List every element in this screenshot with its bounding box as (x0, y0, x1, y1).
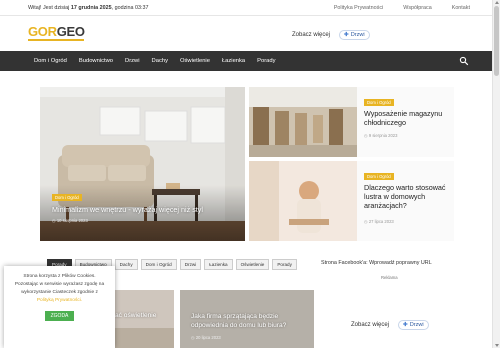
tag-lazienka[interactable]: Łazienka (204, 259, 233, 270)
warehouse-image (249, 87, 357, 157)
logo-part-a: GOR (28, 24, 57, 39)
side-top-title[interactable]: Wyposażenie magazynu chłodniczego (364, 109, 452, 127)
cookie-line-3: wykorzystanie Ciasteczek zgodnie z (21, 290, 98, 295)
cooperation-link[interactable]: Współpraca (403, 5, 431, 11)
bottom-article-card[interactable]: Jaka firma sprzątająca będzie odpowiedni… (180, 290, 314, 348)
site-logo[interactable]: GORGEO (28, 24, 85, 39)
nav-item-oswietlenie[interactable]: Oświetlenie (174, 51, 216, 71)
page-scrollbar[interactable] (492, 0, 500, 348)
side-article-bottom[interactable]: Dom i Ogród Dlaczego warto stosować lust… (249, 161, 454, 241)
bottom-card-date-text: 20 lipca 2023 (195, 335, 221, 340)
google-news-follow-button[interactable]: ✚ Drzwi (339, 30, 370, 40)
hero-category-badge[interactable]: Dom i Ogród (52, 194, 82, 201)
hero-date-text: 10 sierpnia 2023 (56, 218, 88, 223)
see-more-text: Zobacz więcej (292, 32, 331, 38)
bottom-left-title[interactable]: ać oświetlenie (115, 312, 156, 319)
side-article-top[interactable]: Dom i Ogród Wyposażenie magazynu chłodni… (249, 87, 454, 157)
hero-date: ◷ 10 sierpnia 2023 (52, 218, 88, 223)
tag-dachy[interactable]: Dachy (114, 259, 138, 270)
facebook-widget-label: Strona Facebook'a: Wprowadź poprawny URL (321, 260, 432, 266)
top-links: Polityka Prywatności Współpraca Kontakt (334, 5, 470, 11)
scrollbar-thumb[interactable] (494, 6, 499, 76)
scroll-down-arrow-icon[interactable] (494, 344, 499, 347)
date-prefix: Witaj! Jest dzisiaj (28, 5, 71, 11)
hero-title[interactable]: Minimalizm we wnętrzu - wyrażaj więcej n… (52, 205, 237, 214)
mirror-image (249, 161, 357, 241)
logo-part-b: GEO (56, 24, 85, 39)
search-icon[interactable] (459, 56, 469, 66)
hero-article[interactable]: Dom i Ogród Minimalizm we wnętrzu - wyra… (40, 87, 245, 241)
page: Witaj! Jest dzisiaj 17 grudnia 2025, god… (0, 0, 500, 348)
nav-item-drzwi[interactable]: Drzwi (119, 51, 146, 71)
side-bottom-date: ◷ 27 lipca 2023 (364, 219, 394, 224)
nav-item-lazienka[interactable]: Łazienka (216, 51, 251, 71)
nav-item-dom-i-ogrod[interactable]: Dom i Ogród (28, 51, 73, 71)
logo-underline (28, 39, 84, 41)
tag-dom-i-ogrod[interactable]: Dom i Ogród (140, 259, 177, 270)
site-header: GORGEO Zobacz więcej ✚ Drzwi (0, 16, 492, 51)
bottom-card-date: ◷ 20 lipca 2023 (191, 335, 221, 340)
nav-item-porady[interactable]: Porady (251, 51, 281, 71)
ad-label: Reklama (381, 275, 398, 280)
main-nav: Dom i Ogród Budownictwo Drzwi Dachy Oświ… (28, 51, 473, 71)
bottom-see-more-text: Zobacz więcej (351, 322, 390, 328)
date-text: Witaj! Jest dzisiaj 17 grudnia 2025, god… (28, 5, 148, 11)
scroll-up-arrow-icon[interactable] (494, 1, 499, 4)
bottom-card-title[interactable]: Jaka firma sprzątająca będzie odpowiedni… (191, 312, 309, 330)
privacy-policy-link[interactable]: Polityką Prywatności. (4, 297, 115, 305)
bottom-follow-button[interactable]: ✚ Drzwi (398, 320, 429, 330)
privacy-link[interactable]: Polityka Prywatności (334, 5, 383, 11)
google-news-icon: ✚ (403, 322, 408, 328)
google-news-icon: ✚ (344, 32, 349, 38)
cookie-line-1: Strona korzysta z Plików Cookies. (23, 274, 96, 279)
top-bar: Witaj! Jest dzisiaj 17 grudnia 2025, god… (0, 0, 492, 16)
nav-item-budownictwo[interactable]: Budownictwo (73, 51, 119, 71)
cookie-line-2: Pozostając w serwisie wyrażasz zgodę na (14, 282, 105, 287)
side-top-date: ◷ 9 sierpnia 2023 (364, 133, 398, 138)
side-top-date-text: 9 sierpnia 2023 (368, 133, 398, 138)
cookie-accept-button[interactable]: ZGODA (44, 311, 75, 321)
follow-label: Drzwi (350, 32, 365, 38)
bottom-follow-label: Drzwi (409, 322, 424, 328)
side-bottom-badge[interactable]: Dom i Ogród (364, 173, 394, 180)
date-suffix: , godzina 03:37 (111, 5, 149, 11)
side-top-badge[interactable]: Dom i Ogród (364, 99, 394, 106)
contact-link[interactable]: Kontakt (452, 5, 470, 11)
tag-oswietlenie[interactable]: Oświetlenie (235, 259, 270, 270)
side-bottom-date-text: 27 lipca 2023 (368, 219, 394, 224)
cookie-consent-box: Strona korzysta z Plików Cookies. Pozost… (4, 266, 115, 348)
nav-item-dachy[interactable]: Dachy (146, 51, 174, 71)
tag-porady[interactable]: Porady (272, 259, 297, 270)
tag-drzwi[interactable]: Drzwi (179, 259, 202, 270)
side-bottom-title[interactable]: Dlaczego warto stosować lustra w domowyc… (364, 183, 452, 210)
date-bold: 17 grudnia 2025 (70, 5, 112, 11)
